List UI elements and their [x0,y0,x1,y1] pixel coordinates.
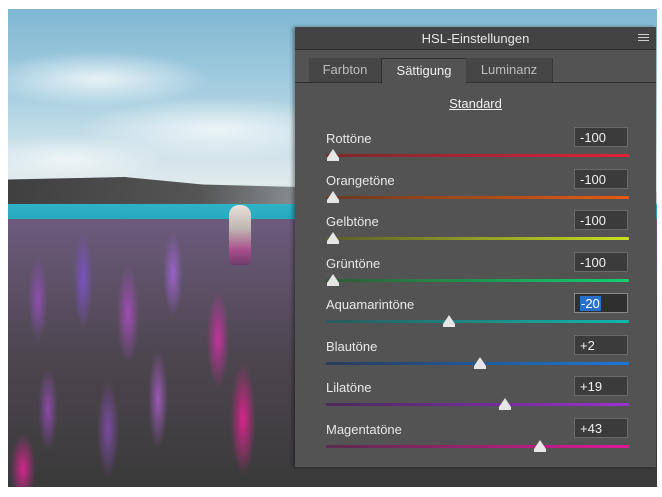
value-text: -100 [580,213,607,228]
slider-track-gelbtoene[interactable] [326,237,629,240]
value-input-blautoene[interactable]: +2 [574,334,628,355]
slider-thumb-magentatoene[interactable] [533,439,546,452]
value-text: -100 [580,171,607,187]
value-input-aquamarintoene[interactable]: -20 [574,293,628,313]
tab-saettigung[interactable]: Sättigung [381,58,467,84]
slider-track-lilatoene[interactable] [326,403,629,406]
slider-thumb-aquamarintoene[interactable] [442,315,455,327]
value-text: +19 [580,379,603,394]
slider-label-aquamarintoene: Aquamarintöne [326,297,415,312]
panel-menu-icon[interactable] [638,34,649,42]
value-input-magentatoene[interactable]: +43 [574,417,628,438]
value-text: +2 [580,337,595,353]
value-text: -20 [580,296,601,311]
value-text: +43 [580,420,603,436]
slider-track-orangetoene[interactable] [326,195,629,199]
person-figure [229,205,251,265]
tab-luminanz[interactable]: Luminanz [466,58,553,82]
value-input-gruentoene[interactable]: -100 [574,251,628,272]
value-text: -100 [580,254,607,270]
panel-header: HSL-Einstellungen [295,27,656,50]
slider-label-lilatoene: Lilatöne [326,380,372,395]
tab-farbton[interactable]: Farbton [309,58,382,82]
slider-thumb-orangetoene[interactable] [327,190,339,203]
preset-standard-link[interactable]: Standard [295,96,656,111]
value-input-orangetoene[interactable]: -100 [574,168,628,189]
value-text: -100 [580,130,607,145]
slider-thumb-gelbtoene[interactable] [327,232,339,244]
slider-label-gruentoene: Grüntöne [326,255,381,271]
slider-track-gruentoene[interactable] [326,278,629,282]
slider-label-blautoene: Blautöne [326,338,378,354]
slider-label-magentatoene: Magentatöne [326,421,402,437]
hsl-panel: HSL-Einstellungen Farbton Sättigung Lumi… [295,27,656,467]
slider-thumb-rottoene[interactable] [327,149,339,161]
slider-track-magentatoene[interactable] [326,444,629,448]
slider-thumb-lilatoene[interactable] [498,398,511,410]
value-input-rottoene[interactable]: -100 [574,127,628,147]
slider-label-rottoene: Rottöne [326,131,372,146]
tab-bar: Farbton Sättigung Luminanz [295,58,656,84]
panel-title: HSL-Einstellungen [421,31,530,46]
slider-track-aquamarintoene[interactable] [326,320,629,323]
slider-label-orangetoene: Orangetöne [326,172,395,188]
slider-track-rottoene[interactable] [326,154,629,157]
slider-label-gelbtoene: Gelbtöne [326,214,379,229]
value-input-lilatoene[interactable]: +19 [574,376,628,396]
slider-thumb-blautoene[interactable] [474,356,487,369]
value-input-gelbtoene[interactable]: -100 [574,210,628,230]
slider-thumb-gruentoene[interactable] [327,273,339,286]
